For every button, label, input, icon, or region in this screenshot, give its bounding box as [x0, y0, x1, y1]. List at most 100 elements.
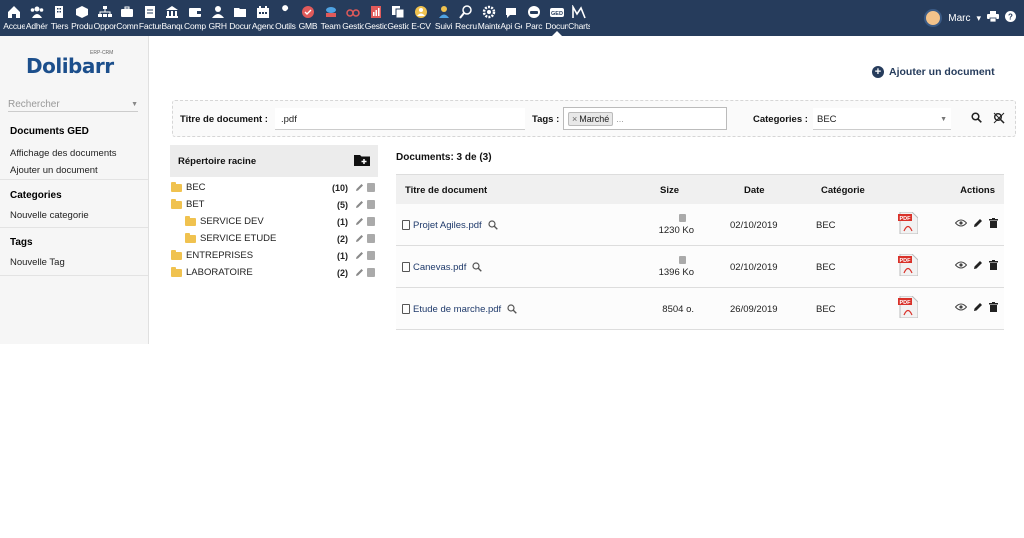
delete-icon[interactable]: [989, 218, 998, 228]
document-name[interactable]: Etude de marche.pdf: [413, 304, 501, 315]
edit-folder-icon[interactable]: [355, 234, 364, 243]
folder-doc-icon[interactable]: [367, 217, 375, 226]
menu-item-home[interactable]: Accueil: [3, 0, 26, 36]
menu-item-magnifier-person[interactable]: Recrutement: [455, 0, 478, 36]
add-document-button[interactable]: + Ajouter un document: [872, 66, 995, 78]
folder-name[interactable]: SERVICE DEV: [200, 216, 264, 227]
edit-icon[interactable]: [973, 260, 983, 270]
delete-icon[interactable]: [989, 302, 998, 312]
pdf-icon[interactable]: PDF: [898, 295, 919, 319]
preview-zoom-icon[interactable]: [488, 220, 498, 230]
pdf-icon[interactable]: PDF: [898, 253, 919, 277]
preview-zoom-icon[interactable]: [472, 262, 483, 272]
edit-icon[interactable]: [973, 302, 983, 312]
col-category[interactable]: Catégorie: [821, 185, 865, 196]
user-avatar[interactable]: [924, 9, 943, 27]
menu-item-bank[interactable]: Banque: [161, 0, 184, 36]
tree-folder-row[interactable]: LABORATOIRE (2): [170, 264, 378, 281]
menu-item-m-chart[interactable]: Charts: [568, 0, 591, 36]
edit-icon[interactable]: [973, 218, 983, 228]
tree-folder-row[interactable]: BET (5): [170, 196, 378, 213]
tree-folder-row[interactable]: SERVICE ETUDE (2): [170, 230, 378, 247]
clear-search-icon[interactable]: [993, 112, 1005, 124]
edit-folder-icon[interactable]: [355, 200, 364, 209]
folder-doc-icon[interactable]: [367, 251, 375, 260]
preview-zoom-icon[interactable]: [507, 304, 517, 314]
sidebar-item-nouvelle-categorie[interactable]: Nouvelle categorie: [10, 210, 148, 221]
menu-item-calendar[interactable]: Agenda: [252, 0, 275, 36]
folder-name[interactable]: BEC: [186, 182, 206, 193]
edit-folder-icon[interactable]: [355, 183, 364, 192]
col-title[interactable]: Titre de document: [405, 185, 487, 196]
tags-input[interactable]: × Marché ...: [563, 107, 727, 130]
edit-folder-icon[interactable]: [355, 217, 364, 226]
title-filter-input[interactable]: .pdf: [275, 108, 525, 130]
menu-item-team[interactable]: Team: [319, 0, 342, 36]
delete-icon[interactable]: [989, 260, 998, 270]
tree-folder-row[interactable]: BEC (10): [170, 179, 378, 196]
document-link[interactable]: Etude de marche.pdf: [402, 288, 517, 330]
folder-doc-icon[interactable]: [367, 200, 375, 209]
edit-folder-icon[interactable]: [355, 251, 364, 260]
menu-item-building[interactable]: Tiers: [48, 0, 71, 36]
folder-doc-icon[interactable]: [367, 268, 375, 277]
document-link[interactable]: Projet Agiles.pdf: [402, 204, 498, 246]
menu-item-person[interactable]: GRH: [206, 0, 229, 36]
folder-name[interactable]: SERVICE ETUDE: [200, 233, 276, 244]
tree-folder-row[interactable]: SERVICE DEV (1): [170, 213, 378, 230]
menu-item-copy[interactable]: Gestion: [387, 0, 410, 36]
dolibarr-logo[interactable]: ERP-CRM Dolibarr: [26, 50, 114, 78]
menu-item-wallet[interactable]: Comptabilité: [184, 0, 207, 36]
menu-item-cube[interactable]: Produits: [71, 0, 94, 36]
menu-item-cog[interactable]: Maintenance: [477, 0, 500, 36]
category-select[interactable]: BEC ▼: [813, 108, 951, 130]
menu-item-api[interactable]: Api Google: [500, 0, 523, 36]
menu-item-users[interactable]: Adhérents: [26, 0, 49, 36]
col-size[interactable]: Size: [660, 185, 679, 196]
view-icon[interactable]: [955, 303, 967, 311]
sidebar-item-affichage[interactable]: Affichage des documents: [10, 148, 148, 159]
tree-root-label[interactable]: Répertoire racine: [178, 156, 256, 167]
folder-doc-icon[interactable]: [367, 183, 375, 192]
sidebar-search[interactable]: Rechercher ▼: [8, 98, 138, 112]
menu-item-person-badge[interactable]: E-CV: [410, 0, 433, 36]
menu-item-person-tie[interactable]: Suivi: [432, 0, 455, 36]
user-name[interactable]: Marc: [948, 13, 970, 24]
view-icon[interactable]: [955, 219, 967, 227]
sidebar-group-title[interactable]: Tags: [10, 231, 148, 248]
sidebar-group-title[interactable]: Categories: [10, 184, 148, 201]
tree-folder-row[interactable]: ENTREPRISES (1): [170, 247, 378, 264]
print-icon[interactable]: [987, 11, 999, 25]
menu-item-ged[interactable]: GED Documents GED: [545, 0, 568, 36]
folder-doc-icon[interactable]: [367, 234, 375, 243]
folder-name[interactable]: BET: [186, 199, 204, 210]
edit-folder-icon[interactable]: [355, 268, 364, 277]
pdf-icon[interactable]: PDF: [898, 211, 919, 235]
logo-tagline: ERP-CRM: [90, 50, 114, 56]
view-icon[interactable]: [955, 261, 967, 269]
menu-item-glasses[interactable]: Gestion: [342, 0, 365, 36]
menu-item-sitemap[interactable]: Opportunités: [93, 0, 116, 36]
menu-item-gmb-badge[interactable]: GMB: [297, 0, 320, 36]
remove-tag-icon[interactable]: ×: [572, 114, 577, 124]
menu-item-wrench[interactable]: Outils: [274, 0, 297, 36]
folder-name[interactable]: ENTREPRISES: [186, 250, 253, 261]
chevron-down-icon[interactable]: ▾: [976, 13, 981, 24]
menu-item-suitcase[interactable]: Commercial: [116, 0, 139, 36]
folder-name[interactable]: LABORATOIRE: [186, 267, 253, 278]
new-folder-icon[interactable]: [354, 153, 370, 169]
search-icon[interactable]: [971, 112, 983, 124]
menu-item-folder[interactable]: Documents: [229, 0, 252, 36]
sidebar-item-nouvelle-tag[interactable]: Nouvelle Tag: [10, 257, 148, 268]
sidebar-item-ajouter[interactable]: Ajouter un document: [10, 165, 148, 176]
menu-item-car[interactable]: Parc: [523, 0, 546, 36]
help-icon[interactable]: ?: [1005, 11, 1016, 25]
document-name[interactable]: Canevas.pdf: [413, 262, 466, 273]
document-name[interactable]: Projet Agiles.pdf: [413, 220, 482, 231]
sidebar-group-title[interactable]: Documents GED: [10, 120, 148, 137]
menu-item-chart-doc[interactable]: Gestion: [365, 0, 388, 36]
document-link[interactable]: Canevas.pdf: [402, 246, 483, 288]
menu-item-invoice[interactable]: Facturation: [139, 0, 162, 36]
col-date[interactable]: Date: [744, 185, 765, 196]
tag-chip[interactable]: × Marché: [568, 111, 614, 126]
